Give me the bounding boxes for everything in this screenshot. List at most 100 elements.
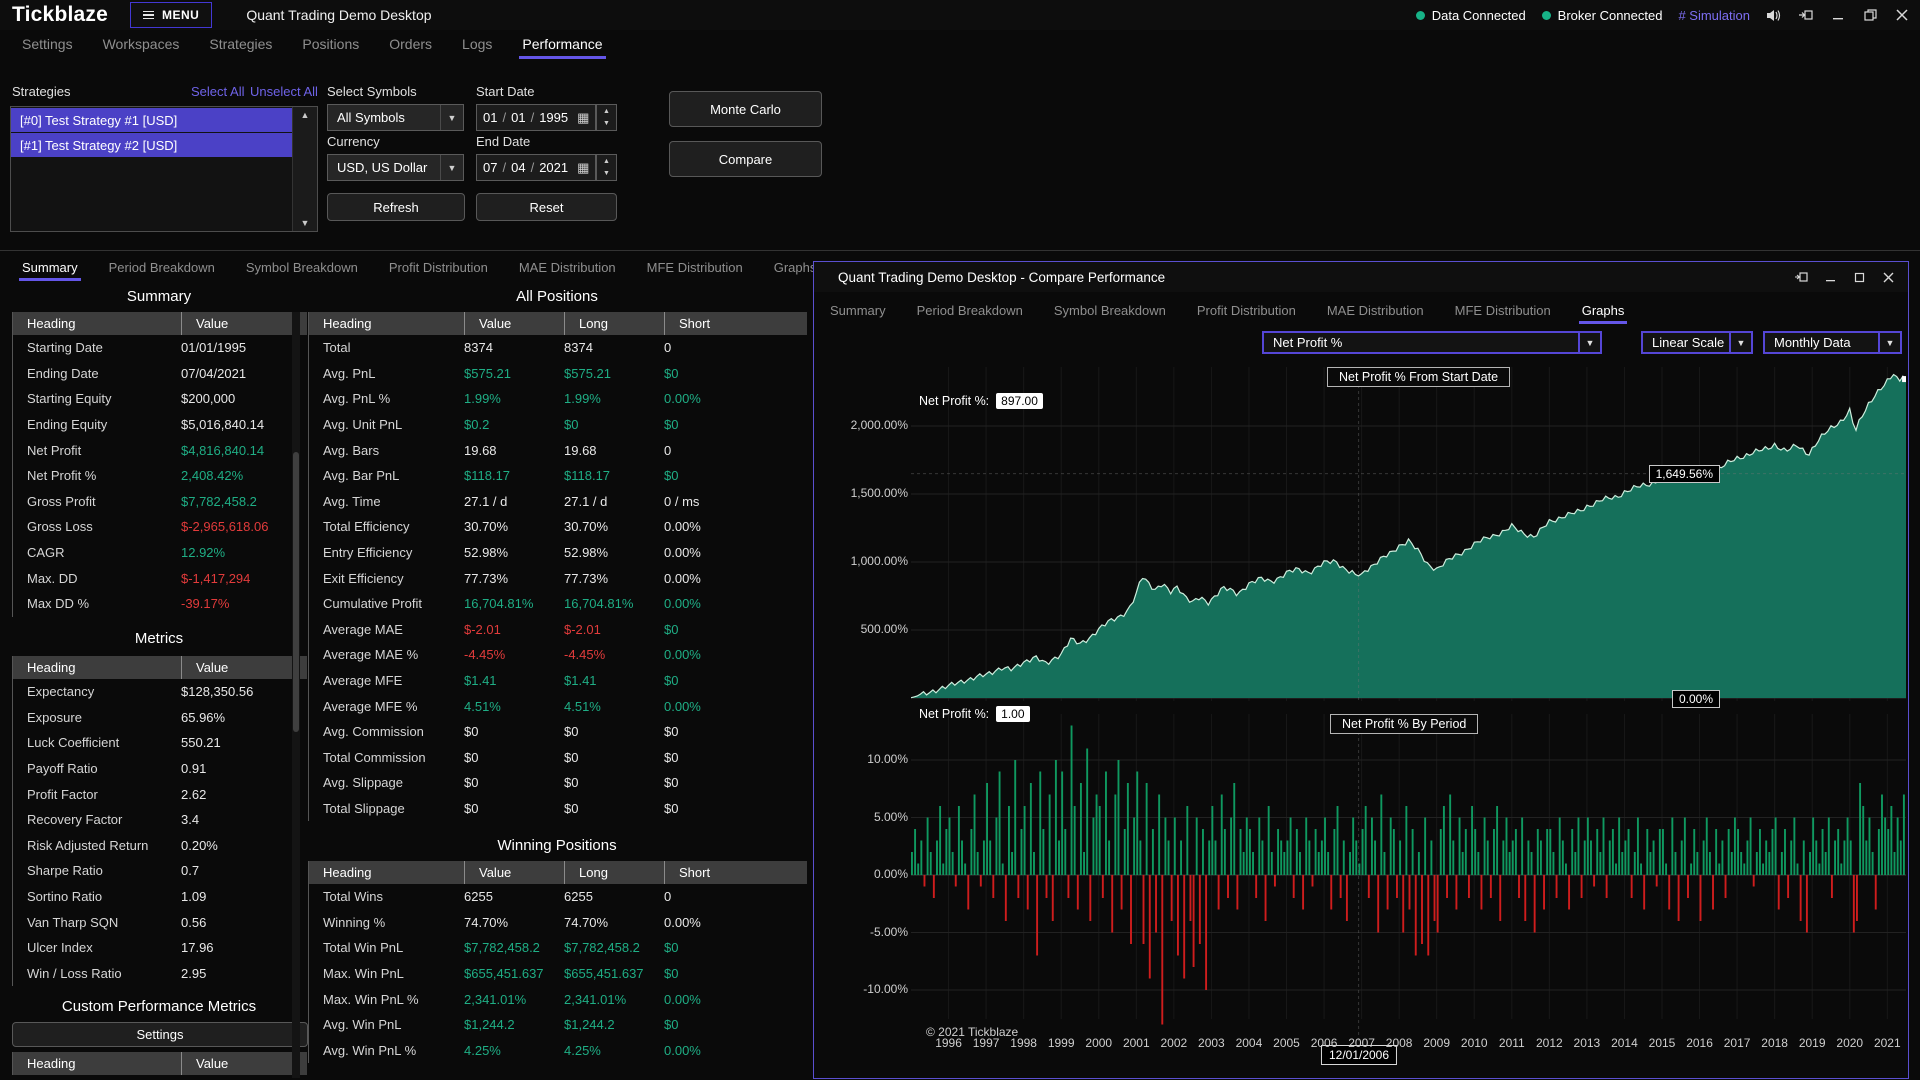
calendar-icon[interactable]: ▦: [577, 110, 589, 126]
start-year[interactable]: 1995: [539, 110, 568, 125]
strategy-list-item[interactable]: [#1] Test Strategy #2 [USD]: [11, 133, 300, 157]
table-row: Average MAE$-2.01$-2.01$0: [309, 617, 807, 643]
symbols-dropdown[interactable]: All Symbols ▼: [327, 104, 464, 131]
close-button[interactable]: [1894, 8, 1910, 22]
minimize-button[interactable]: [1830, 8, 1846, 22]
row-value: 0.56: [181, 915, 307, 930]
float-icon[interactable]: [1793, 270, 1809, 284]
compare-tab-mae-distribution[interactable]: MAE Distribution: [1326, 300, 1425, 324]
dock-icon[interactable]: [1798, 8, 1814, 22]
maximize-button[interactable]: [1851, 270, 1867, 284]
minimize-button[interactable]: [1822, 270, 1838, 284]
x-axis-tick-label: 2013: [1574, 1036, 1601, 1050]
table-row: Average MFE$1.41$1.41$0: [309, 668, 807, 694]
table-row: Avg. Win PnL$1,244.2$1,244.2$0: [309, 1012, 807, 1038]
table-row: Total Wins625562550: [309, 884, 807, 910]
spin-up-icon[interactable]: ▲: [597, 155, 616, 168]
row-value: 19.68: [464, 443, 564, 458]
monte-carlo-button[interactable]: Monte Carlo: [669, 91, 822, 127]
select-all-link[interactable]: Select All: [191, 84, 244, 99]
table-row: Sortino Ratio1.09: [13, 884, 307, 910]
compare-tab-mfe-distribution[interactable]: MFE Distribution: [1454, 300, 1552, 324]
compare-tab-period-breakdown[interactable]: Period Breakdown: [916, 300, 1024, 324]
scroll-down-icon[interactable]: ▼: [293, 215, 317, 231]
menu-button-label: MENU: [162, 8, 199, 22]
period-returns-chart[interactable]: [911, 714, 1906, 1041]
compare-window-title-bar[interactable]: Quant Trading Demo Desktop - Compare Per…: [814, 262, 1908, 292]
end-month[interactable]: 07: [483, 160, 497, 175]
main-tab-strategies[interactable]: Strategies: [208, 32, 273, 59]
row-heading: Avg. Time: [309, 494, 464, 509]
report-tab-graphs[interactable]: Graphs: [773, 257, 818, 281]
row-value: $575.21: [464, 366, 564, 381]
report-tab-symbol-breakdown[interactable]: Symbol Breakdown: [245, 257, 359, 281]
left-panel-scrollbar[interactable]: [292, 312, 300, 1078]
restore-button[interactable]: [1862, 8, 1878, 22]
report-tab-mae-distribution[interactable]: MAE Distribution: [518, 257, 617, 281]
table-row: Entry Efficiency52.98%52.98%0.00%: [309, 540, 807, 566]
strategies-scrollbar[interactable]: ▲ ▼: [292, 107, 317, 231]
compare-tab-profit-distribution[interactable]: Profit Distribution: [1196, 300, 1297, 324]
y-axis-tick-label: 2,000.00%: [816, 418, 908, 432]
report-tab-profit-distribution[interactable]: Profit Distribution: [388, 257, 489, 281]
strategy-list-item[interactable]: [#0] Test Strategy #1 [USD]: [11, 108, 300, 132]
calendar-icon[interactable]: ▦: [577, 160, 589, 176]
scroll-up-icon[interactable]: ▲: [293, 107, 317, 123]
row-heading: Gross Profit: [13, 494, 181, 509]
main-tab-settings[interactable]: Settings: [21, 32, 74, 59]
main-tab-positions[interactable]: Positions: [301, 32, 360, 59]
row-value: $1.41: [564, 673, 664, 688]
row-value: $0: [664, 750, 807, 765]
table-row: Cumulative Profit16,704.81%16,704.81%0.0…: [309, 591, 807, 617]
reset-button[interactable]: Reset: [476, 193, 617, 221]
main-tab-orders[interactable]: Orders: [388, 32, 433, 59]
unselect-all-link[interactable]: Unselect All: [250, 84, 318, 99]
scale-dropdown[interactable]: Linear Scale ▼: [1641, 331, 1753, 354]
row-value: 4.25%: [464, 1043, 564, 1058]
x-axis-tick-label: 1998: [1010, 1036, 1037, 1050]
compare-button[interactable]: Compare: [669, 141, 822, 177]
spin-down-icon[interactable]: ▼: [597, 168, 616, 181]
volume-icon[interactable]: [1766, 8, 1782, 22]
row-heading: Risk Adjusted Return: [13, 838, 181, 853]
row-value: 65.96%: [181, 710, 307, 725]
menu-button[interactable]: MENU: [130, 2, 212, 28]
end-date-field[interactable]: 07/ 04/ 2021 ▦: [476, 154, 596, 181]
custom-metrics-settings-button[interactable]: Settings: [12, 1022, 308, 1047]
report-tab-period-breakdown[interactable]: Period Breakdown: [108, 257, 216, 281]
row-heading: Max. DD: [13, 571, 181, 586]
column-header: Heading: [309, 861, 464, 884]
main-tab-workspaces[interactable]: Workspaces: [102, 32, 181, 59]
period-dropdown[interactable]: Monthly Data ▼: [1763, 331, 1902, 354]
broker-connected-status: Broker Connected: [1542, 8, 1663, 23]
row-heading: Ending Date: [13, 366, 181, 381]
compare-tab-summary[interactable]: Summary: [829, 300, 887, 324]
main-tab-logs[interactable]: Logs: [461, 32, 493, 59]
start-date-spinner[interactable]: ▲▼: [596, 104, 617, 131]
scrollbar-thumb[interactable]: [293, 452, 299, 732]
x-axis-tick-label: 2007: [1348, 1036, 1375, 1050]
row-value: 0: [664, 889, 807, 904]
refresh-button[interactable]: Refresh: [327, 193, 465, 221]
start-month[interactable]: 01: [483, 110, 497, 125]
row-value: 0: [664, 340, 807, 355]
series-dropdown[interactable]: Net Profit % ▼: [1262, 331, 1602, 354]
end-day[interactable]: 04: [511, 160, 525, 175]
strategies-listbox[interactable]: [#0] Test Strategy #1 [USD][#1] Test Str…: [10, 106, 318, 232]
row-heading: Total Commission: [309, 750, 464, 765]
currency-dropdown[interactable]: USD, US Dollar ▼: [327, 154, 464, 181]
column-header: Value: [181, 656, 307, 679]
start-date-field[interactable]: 01/ 01/ 1995 ▦: [476, 104, 596, 131]
main-tab-performance[interactable]: Performance: [521, 32, 603, 59]
equity-curve-chart[interactable]: [911, 367, 1906, 701]
compare-tab-symbol-breakdown[interactable]: Symbol Breakdown: [1053, 300, 1167, 324]
start-day[interactable]: 01: [511, 110, 525, 125]
spin-down-icon[interactable]: ▼: [597, 118, 616, 131]
report-tab-summary[interactable]: Summary: [21, 257, 79, 281]
spin-up-icon[interactable]: ▲: [597, 105, 616, 118]
report-tab-mfe-distribution[interactable]: MFE Distribution: [646, 257, 744, 281]
end-date-spinner[interactable]: ▲▼: [596, 154, 617, 181]
close-button[interactable]: [1880, 270, 1896, 284]
end-year[interactable]: 2021: [539, 160, 568, 175]
compare-tab-graphs[interactable]: Graphs: [1581, 300, 1626, 324]
